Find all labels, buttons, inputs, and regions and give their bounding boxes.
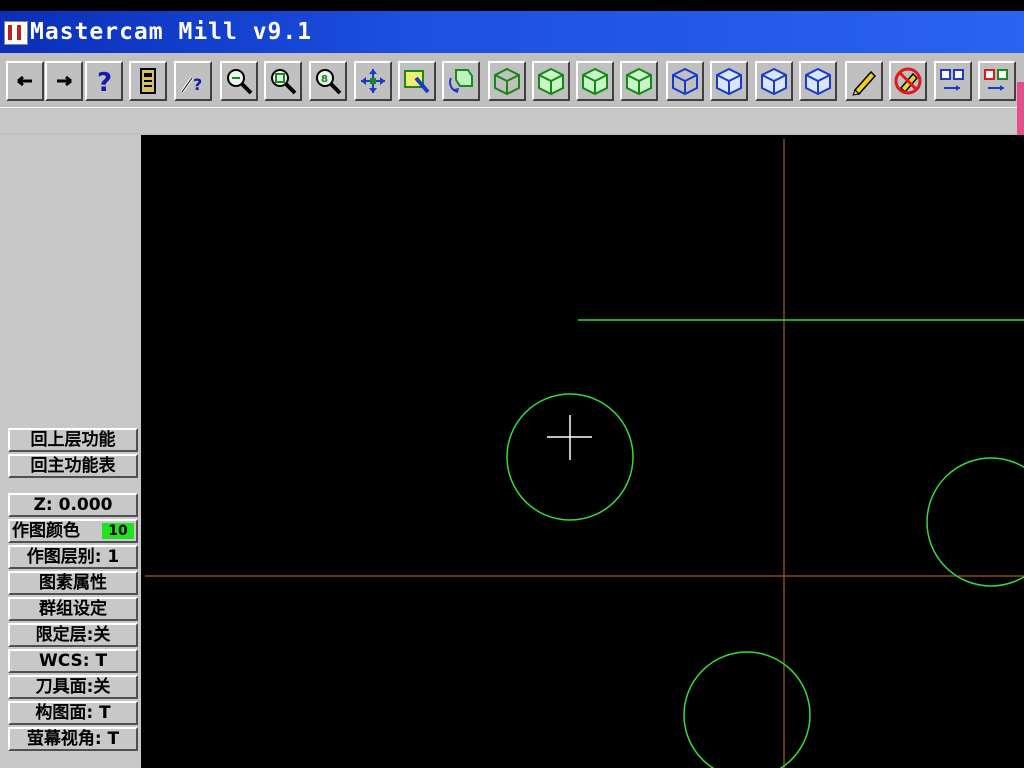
zoom-fit-button[interactable] (264, 61, 302, 101)
view-top-button[interactable] (488, 61, 526, 101)
cplane-side-blue-icon (761, 67, 787, 96)
cplane-iso-blue-icon (805, 67, 831, 96)
circle-arc-2 (926, 457, 1024, 587)
copy-color-button[interactable] (978, 61, 1016, 101)
status-z-depth[interactable]: Z: 0.000 (8, 493, 138, 517)
help-button[interactable]: ? (85, 61, 123, 101)
select-button[interactable] (398, 61, 436, 101)
view-side-green-icon (582, 67, 608, 96)
status-draw-level[interactable]: 作图层别: 1 (8, 545, 138, 569)
color-swatch: 10 (102, 523, 134, 539)
zoom-fit-icon (271, 69, 297, 95)
prompt-bar (0, 109, 1024, 133)
menu-back-level[interactable]: 回上层功能 (8, 428, 138, 452)
cplane-front-button[interactable] (710, 61, 748, 101)
circle-arc-3 (683, 651, 811, 768)
main-menu-panel: 回上层功能 回主功能表 Z: 0.000 作图颜色 10 作图层别: 1 图素属… (0, 135, 141, 768)
svg-text:?: ? (193, 75, 202, 94)
analyze-button[interactable]: ? (174, 61, 212, 101)
view-side-button[interactable] (576, 61, 614, 101)
no-pencil-button[interactable] (889, 61, 927, 101)
copy-blue-button[interactable] (934, 61, 972, 101)
back-arrow-icon (17, 75, 32, 87)
no-pencil-icon (894, 67, 922, 95)
status-screen-view[interactable]: 萤幕视角: T (8, 727, 138, 751)
zoom-window-button[interactable] (220, 61, 258, 101)
cplane-iso-button[interactable] (799, 61, 837, 101)
app-icon[interactable] (4, 21, 28, 45)
view-front-button[interactable] (532, 61, 570, 101)
view-iso-green-icon (626, 67, 652, 96)
pencil-button[interactable] (845, 61, 883, 101)
view-front-green-icon (538, 67, 564, 96)
svg-text:8: 8 (321, 74, 328, 85)
status-draw-color-label: 作图颜色 (12, 521, 80, 541)
pan-button[interactable] (354, 61, 392, 101)
crosshair-cursor (547, 415, 592, 460)
rotate-icon (449, 69, 473, 93)
status-group[interactable]: 群组设定 (8, 597, 138, 621)
status-tool-plane[interactable]: 刀具面:关 (8, 675, 138, 699)
back-button[interactable] (6, 61, 44, 101)
copy-blue-icon (940, 69, 964, 91)
forward-arrow-icon (57, 75, 72, 87)
zoom-window-icon (227, 69, 253, 95)
menu-main-menu[interactable]: 回主功能表 (8, 454, 138, 478)
status-level-mask[interactable]: 限定层:关 (8, 623, 138, 647)
view-top-green-icon (494, 67, 520, 96)
copy-color-icon (984, 69, 1008, 91)
analyze-icon: ? (180, 75, 202, 94)
calculator-button[interactable] (129, 61, 167, 101)
status-entity-attrib[interactable]: 图素属性 (8, 571, 138, 595)
zoom-out-button[interactable]: 8 (309, 61, 347, 101)
status-const-plane[interactable]: 构图面: T (8, 701, 138, 725)
calculator-icon (140, 68, 156, 94)
graphics-viewport[interactable] (141, 135, 1024, 768)
cplane-side-button[interactable] (755, 61, 793, 101)
cplane-top-button[interactable] (666, 61, 704, 101)
cplane-top-blue-icon (672, 67, 698, 96)
viewport-geometry (145, 139, 1024, 768)
status-draw-color[interactable]: 作图颜色 10 (8, 519, 138, 543)
window-title: Mastercam Mill v9.1 (30, 19, 313, 45)
forward-button[interactable] (45, 61, 83, 101)
cplane-front-blue-icon (716, 67, 742, 96)
status-wcs[interactable]: WCS: T (8, 649, 138, 673)
toolbar: ? ? 8 (0, 53, 1024, 135)
rotate-button[interactable] (442, 61, 480, 101)
pencil-icon (852, 70, 877, 96)
select-icon (404, 70, 430, 94)
title-bar: Mastercam Mill v9.1 (0, 11, 1024, 53)
pan-icon (361, 69, 385, 93)
svg-text:?: ? (97, 68, 112, 96)
zoom-out-icon: 8 (316, 69, 342, 95)
help-icon: ? (97, 68, 112, 96)
view-iso-button[interactable] (620, 61, 658, 101)
